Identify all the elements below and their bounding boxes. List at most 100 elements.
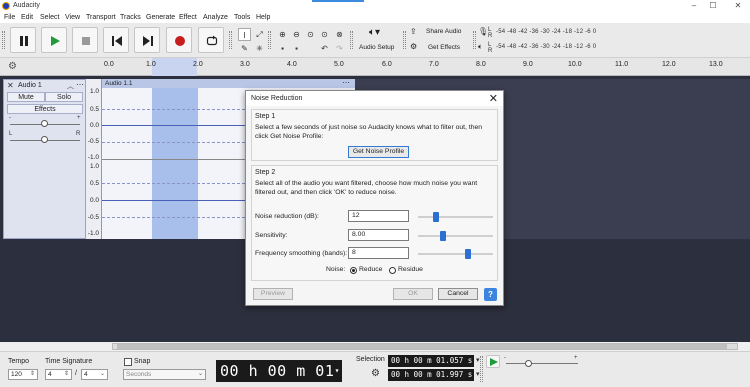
sensitivity-input[interactable]: 8.00: [348, 229, 409, 241]
menu-generate[interactable]: Generate: [146, 14, 175, 21]
play-at-speed-button[interactable]: [486, 355, 500, 368]
playback-meter[interactable]: 🔈︎ L R -54 -48 -42 -36 -30 -24 -18 -12 -…: [478, 42, 628, 54]
menu-select[interactable]: Select: [40, 14, 59, 21]
clip-name[interactable]: Audio 1.1: [105, 80, 132, 87]
effects-button[interactable]: Effects: [7, 104, 83, 114]
tempo-input[interactable]: 120 ⇕: [8, 369, 38, 380]
clip-header[interactable]: Audio 1.1 ⋯: [102, 78, 355, 88]
reduce-radio[interactable]: [350, 267, 357, 274]
get-effects-button[interactable]: ⚙ Get Effects: [410, 41, 470, 55]
zoom-in-icon[interactable]: ⊕: [276, 28, 289, 41]
menu-effect[interactable]: Effect: [179, 14, 197, 21]
menu-tools[interactable]: Tools: [234, 14, 250, 21]
toolbar-grip[interactable]: [473, 31, 476, 49]
menu-analyze[interactable]: Analyze: [203, 14, 228, 21]
chevron-down-icon[interactable]: ⌄: [198, 370, 203, 379]
speed-slider-track[interactable]: [506, 363, 578, 364]
selection-start-time[interactable]: 00 h 00 m 01.057 s: [388, 355, 474, 367]
time-signature-denominator[interactable]: 4 ⌄: [81, 369, 108, 380]
skip-start-button[interactable]: [103, 27, 129, 53]
stop-button[interactable]: [72, 27, 98, 53]
maximize-button[interactable]: ☐: [703, 1, 723, 11]
dialog-close-button[interactable]: ✕: [489, 92, 498, 105]
track-control-panel[interactable]: ✕ Audio 1 ︿ ⋯ Mute Solo Effects - + L R: [3, 79, 86, 239]
pan-slider-knob[interactable]: [41, 136, 48, 143]
sensitivity-slider[interactable]: [418, 235, 493, 237]
residue-radio[interactable]: [389, 267, 396, 274]
audio-setup-button[interactable]: 🔈︎▾ Audio Setup: [357, 25, 399, 55]
loop-button[interactable]: [198, 27, 224, 53]
fit-selection-icon[interactable]: ⊙: [304, 28, 317, 41]
solo-button[interactable]: Solo: [45, 92, 83, 102]
gain-slider-knob[interactable]: [41, 120, 48, 127]
time-signature-numerator[interactable]: 4 ⇕: [45, 369, 72, 380]
selection-tool-icon[interactable]: I: [238, 28, 251, 41]
play-button[interactable]: [41, 27, 67, 53]
close-track-icon[interactable]: ✕: [7, 81, 14, 90]
spin-icon[interactable]: ⇕: [30, 370, 35, 379]
collapse-track-icon[interactable]: ︿: [67, 81, 74, 91]
noise-reduction-slider-thumb[interactable]: [433, 212, 439, 222]
snap-unit-select[interactable]: Seconds ⌄: [123, 369, 206, 380]
chevron-down-icon[interactable]: ▾: [476, 370, 480, 378]
menu-tracks[interactable]: Tracks: [120, 14, 141, 21]
toolbar-grip[interactable]: [480, 356, 483, 382]
silence-selection-icon[interactable]: ▪: [290, 42, 303, 55]
menu-edit[interactable]: Edit: [21, 14, 33, 21]
undo-icon[interactable]: ↶: [318, 42, 331, 55]
track-name[interactable]: Audio 1: [18, 82, 42, 89]
track-menu-icon[interactable]: ⋯: [76, 80, 84, 89]
share-audio-button[interactable]: ⇪ Share Audio: [410, 25, 470, 39]
sensitivity-slider-thumb[interactable]: [439, 231, 446, 241]
menu-view[interactable]: View: [65, 14, 80, 21]
amplitude-ruler[interactable]: 1.0 0.5 0.0 -0.5 -1.0 1.0 0.5 0.0 -0.5 -…: [86, 79, 102, 239]
toolbar-grip[interactable]: [2, 31, 5, 49]
menu-file[interactable]: File: [4, 14, 15, 21]
chevron-down-icon[interactable]: ▾: [476, 356, 480, 364]
timeline-ruler[interactable]: ⚙ 0.0 1.0 2.0 3.0 4.0 5.0 6.0 7.0 8.0 9.…: [0, 58, 750, 76]
reduce-radio-label[interactable]: Reduce: [359, 266, 382, 273]
selection-settings-gear-icon[interactable]: ⚙: [371, 368, 380, 379]
zoom-toggle-icon[interactable]: ⊗: [333, 28, 346, 41]
speed-slider-knob[interactable]: [525, 360, 532, 367]
spin-icon[interactable]: ⇕: [64, 370, 69, 379]
noise-reduction-input[interactable]: 12: [348, 210, 409, 222]
help-button[interactable]: ?: [484, 288, 497, 301]
residue-radio-label[interactable]: Residue: [398, 266, 423, 273]
menu-help[interactable]: Help: [256, 14, 270, 21]
toolbar-grip[interactable]: [350, 31, 353, 49]
snap-checkbox[interactable]: [124, 358, 132, 366]
frequency-smoothing-input[interactable]: 8: [348, 247, 409, 259]
get-noise-profile-button[interactable]: Get Noise Profile: [348, 146, 409, 158]
recording-meter[interactable]: 🎙︎ L R -54 -48 -42 -36 -30 -24 -18 -12 -…: [478, 27, 628, 39]
trim-outside-icon[interactable]: ▪: [276, 42, 289, 55]
cancel-button[interactable]: Cancel: [438, 288, 478, 300]
clip-menu-icon[interactable]: ⋯: [342, 78, 350, 87]
record-button[interactable]: [166, 27, 192, 53]
timeline-settings-gear-icon[interactable]: ⚙: [8, 61, 17, 72]
toolbar-grip[interactable]: [268, 31, 271, 49]
preview-button[interactable]: Preview: [253, 288, 293, 300]
skip-end-button[interactable]: [134, 27, 160, 53]
chevron-down-icon[interactable]: ▾: [335, 360, 340, 382]
chevron-down-icon[interactable]: ⌄: [100, 370, 105, 379]
toolbar-grip[interactable]: [229, 31, 232, 49]
frequency-smoothing-slider-thumb[interactable]: [465, 249, 472, 259]
pause-button[interactable]: [10, 27, 36, 53]
menu-transport[interactable]: Transport: [86, 14, 116, 21]
mute-button[interactable]: Mute: [7, 92, 45, 102]
audio-position-time[interactable]: 00 h 00 m 01 s▾: [216, 360, 342, 387]
close-window-button[interactable]: ✕: [728, 1, 748, 11]
multi-tool-icon[interactable]: ✳: [253, 42, 266, 55]
envelope-tool-icon[interactable]: ⤢: [253, 28, 266, 41]
fit-project-icon[interactable]: ⊙: [318, 28, 331, 41]
ok-button[interactable]: OK: [393, 288, 433, 300]
scrollbar-thumb[interactable]: [117, 344, 727, 349]
zoom-out-icon[interactable]: ⊖: [290, 28, 303, 41]
selection-end-time[interactable]: 00 h 00 m 01.997 s: [388, 369, 474, 381]
dialog-title-bar[interactable]: Noise Reduction ✕: [246, 91, 503, 106]
draw-tool-icon[interactable]: ✎: [238, 42, 251, 55]
redo-icon[interactable]: ↷: [333, 42, 346, 55]
frequency-smoothing-slider[interactable]: [418, 253, 493, 255]
toolbar-grip[interactable]: [403, 31, 406, 49]
